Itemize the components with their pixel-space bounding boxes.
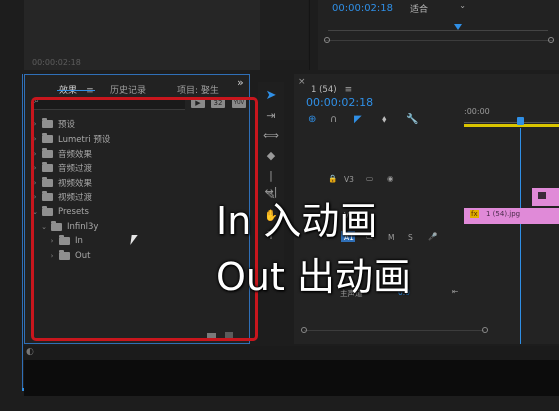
ripple-edit-tool-icon[interactable]: ⟺ xyxy=(263,128,279,144)
close-icon[interactable]: × xyxy=(298,77,306,87)
menu-icon[interactable]: ≡ xyxy=(86,86,94,96)
program-ruler[interactable] xyxy=(318,24,559,34)
work-area-bar[interactable] xyxy=(464,124,559,127)
caption-line-1: In 入动画 xyxy=(216,199,378,243)
settings-icon[interactable]: 🔧 xyxy=(406,114,418,125)
monitor-divider xyxy=(309,0,310,70)
left-scroll-strip[interactable] xyxy=(260,0,308,60)
timeline-clip-upper[interactable] xyxy=(532,188,559,206)
tab-sequence[interactable]: 1 (54) ≡ xyxy=(311,77,352,96)
voiceover-icon[interactable]: 🎤 xyxy=(428,232,437,241)
program-monitor: 00:00:02:18 适合 ⌄ xyxy=(318,0,559,70)
add-marker-icon[interactable]: ◤ xyxy=(354,114,362,125)
track-label-v3: V3 xyxy=(344,175,354,184)
selection-tool-icon[interactable]: ➤ xyxy=(263,88,279,104)
clip-fx-badge: fx xyxy=(470,210,479,218)
go-to-end-icon[interactable]: ⇤ xyxy=(452,287,458,296)
eye-icon[interactable]: ◉ xyxy=(387,174,394,183)
bottom-black-strip xyxy=(24,360,559,396)
linked-selection-icon[interactable]: ∩ xyxy=(330,114,337,125)
track-select-tool-icon[interactable]: ⇥ xyxy=(263,108,279,124)
mute-button[interactable]: M xyxy=(388,233,394,242)
clip-name: 1 (54).jpg xyxy=(486,210,521,218)
status-bar: ◐ xyxy=(24,346,559,360)
program-scrollbar[interactable] xyxy=(324,37,554,43)
eye-icon[interactable]: ◐ xyxy=(26,347,34,357)
lock-icon[interactable]: 🔒 xyxy=(328,174,337,183)
razor-tool-icon[interactable]: ◆ xyxy=(263,148,279,164)
track-header-v3: 🔒 V3 ▭ ◉ xyxy=(294,172,464,188)
tab-effects-label: 效果 xyxy=(59,86,78,96)
program-timecode[interactable]: 00:00:02:18 xyxy=(332,3,393,14)
source-monitor: 00:00:02:18 xyxy=(24,0,260,70)
sync-lock-icon[interactable]: ▭ xyxy=(366,174,373,183)
tab-project[interactable]: 项目: 娶生 xyxy=(177,78,219,97)
overflow-button[interactable]: » xyxy=(237,76,244,89)
source-timecode: 00:00:02:18 xyxy=(32,58,81,67)
slip-tool-icon[interactable]: |↔| xyxy=(263,168,279,198)
caption-line-2: Out 出动画 xyxy=(216,255,411,299)
tab-sequence-label: 1 (54) xyxy=(311,85,337,95)
chevron-down-icon: ⌄ xyxy=(459,1,466,10)
tab-underline xyxy=(57,90,95,91)
ruler-label: :00:00 xyxy=(464,107,490,116)
program-playhead[interactable] xyxy=(454,24,462,30)
snap-icon[interactable]: ⊕ xyxy=(308,114,316,125)
timeline-toolbar: ⊕ ∩ ◤ ⬧ 🔧 xyxy=(306,114,456,127)
tab-effects[interactable]: 效果 ≡ xyxy=(59,78,94,97)
timeline-scrollbar[interactable] xyxy=(301,327,488,333)
menu-icon[interactable]: ≡ xyxy=(345,85,353,95)
timeline-ruler[interactable]: :00:00 xyxy=(464,104,559,128)
marker-icon[interactable]: ⬧ xyxy=(382,114,387,125)
tab-history-label: 历史记录 xyxy=(110,86,147,96)
timeline-clip[interactable]: fx 1 (54).jpg xyxy=(464,208,559,224)
clip-thumbnail-icon xyxy=(538,192,546,199)
tab-history[interactable]: 历史记录 xyxy=(110,78,146,97)
fit-label: 适合 xyxy=(410,5,429,15)
fit-dropdown[interactable]: 适合 ⌄ xyxy=(406,1,468,15)
panel-edge xyxy=(22,74,23,390)
timeline-playhead-line xyxy=(520,128,521,344)
timeline-timecode[interactable]: 00:00:02:18 xyxy=(306,96,373,109)
timeline-playhead-head[interactable] xyxy=(517,117,524,125)
solo-button[interactable]: S xyxy=(408,233,413,242)
tab-project-label: 项目: 娶生 xyxy=(177,86,219,96)
